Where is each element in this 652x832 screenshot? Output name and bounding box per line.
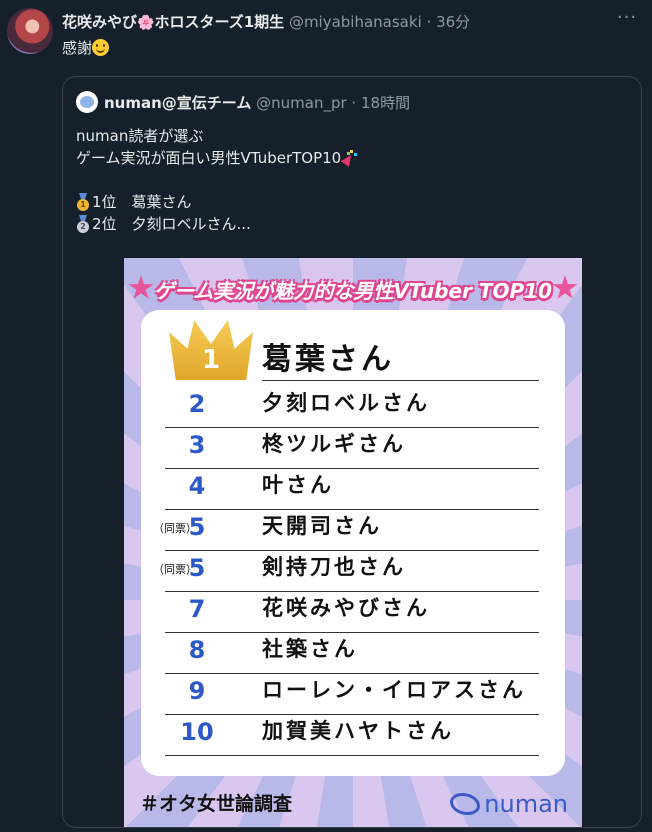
rank-number: 3 [188,431,206,459]
rank-name: 天開司さん [262,514,382,538]
party-icon [341,149,357,165]
gold-medal-icon: 1 [76,193,90,211]
rank-number: 7 [188,595,206,623]
separator-dot: · [351,94,357,112]
quoted-line-text: 1位 葛葉さん [92,193,192,211]
quoted-line: 1 1位 葛葉さん [76,191,357,213]
quoted-display-name: numan@宣伝チーム [104,94,252,112]
divider [262,380,539,381]
rank-number: 5 [188,554,206,582]
first-rank-number: 1 [201,345,221,375]
rank-name: 夕刻ロベルさん [262,391,430,415]
author-avatar[interactable] [7,8,53,54]
ranking-row: 3 柊ツルギさん [165,427,539,469]
ranking-row: 4 叶さん [165,468,539,510]
tweet-text-content: 感謝 [62,39,93,57]
rank-name: 社築さん [262,637,358,661]
numan-logo-mark [450,793,481,815]
ranking-row: 10 加賀美ハヤトさん [165,714,539,756]
rank-number: 4 [188,472,206,500]
author-row: 花咲みやび🌸ホロスターズ1期生 @miyabihanasaki · 36分 [62,12,470,34]
ranking-image[interactable]: ゲーム実況が魅力的な男性VTuber TOP10 1 葛葉さん 2 夕刻ロベルさん… [124,258,582,827]
rank-number: 5 [188,513,206,541]
rank-name: 剣持刀也さん [262,555,406,579]
quoted-author-avatar [76,91,98,113]
ranking-row: 7 花咲みやびさん [165,591,539,633]
author-handle[interactable]: @miyabihanasaki [289,13,422,31]
first-rank-name: 葛葉さん [262,342,394,377]
hashtag: ＃オタ女世論調査 [140,793,293,815]
quoted-line-text: numan読者が選ぶ [76,127,204,145]
quoted-blank-line [76,169,357,191]
smile-icon [92,39,110,56]
ranking-row: 9 ローレン・イロアスさん [165,673,539,715]
rank-number: 10 [180,718,214,746]
numan-logo: numan [450,790,568,818]
quoted-line-text: 2位 夕刻ロベルさん... [92,215,251,233]
author-display-name-suffix[interactable]: ホロスターズ1期生 [154,13,284,31]
rank-name: 叶さん [262,473,334,497]
quoted-line-text: ゲーム実況が面白い男性VTuberTOP10 [76,149,342,167]
tweet-text: 感謝 [62,38,110,58]
rank-name: 花咲みやびさん [262,596,430,620]
rank-number: 9 [188,677,206,705]
flower-icon: 🌸 [137,15,155,31]
ranking-row: 2 夕刻ロベルさん [165,386,539,428]
rank-number: 2 [188,390,206,418]
separator-dot: · [426,13,432,31]
author-display-name[interactable]: 花咲みやび [62,13,137,31]
ranking-title: ゲーム実況が魅力的な男性VTuber TOP10 [153,279,553,303]
quoted-timestamp: 18時間 [360,94,411,112]
quoted-line: numan読者が選ぶ [76,125,357,147]
silver-medal-icon: 2 [76,215,90,233]
ranking-row: 8 社築さん [165,632,539,674]
rank-number: 8 [188,636,206,664]
ranking-row: （同票） 5 剣持刀也さん [153,550,539,592]
ranking-row: （同票） 5 天開司さん [153,509,539,551]
rank-name: 加賀美ハヤトさん [262,719,454,743]
tweet-timestamp[interactable]: 36分 [436,13,470,31]
quoted-text: numan読者が選ぶ ゲーム実況が面白い男性VTuberTOP10 1 1位 葛葉… [76,125,357,235]
quoted-author-row: numan@宣伝チーム @numan_pr · 18時間 [76,91,410,115]
rank-name: ローレン・イロアスさん [262,678,526,702]
numan-brand-text: numan [484,790,568,818]
quoted-handle: @numan_pr [256,94,347,112]
quoted-tweet[interactable]: numan@宣伝チーム @numan_pr · 18時間 numan読者が選ぶ … [62,76,642,828]
more-icon[interactable]: ··· [616,9,638,30]
quoted-line: 2 2位 夕刻ロベルさん... [76,213,357,235]
ranking-card: 1 葛葉さん 2 夕刻ロベルさん 3 柊ツルギさん 4 叶さん （同票） 5 天開司さん （同票）… [141,310,565,776]
rank-name: 柊ツルギさん [262,432,406,456]
quoted-line: ゲーム実況が面白い男性VTuberTOP10 [76,147,357,169]
